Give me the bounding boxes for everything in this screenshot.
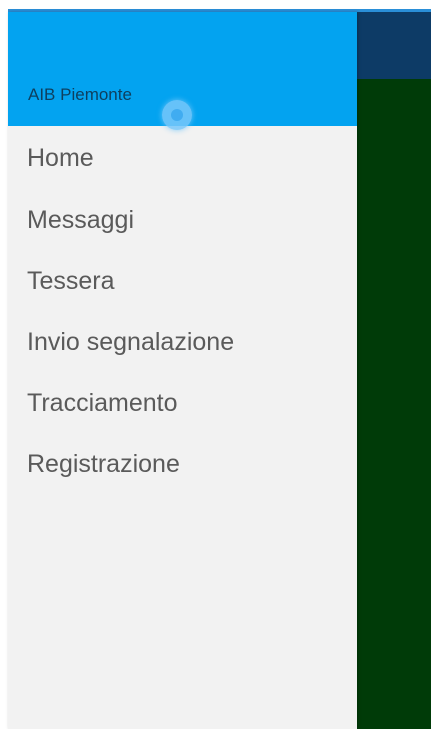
drawer-header-title: AIB Piemonte	[28, 85, 132, 104]
app-toolbar	[357, 12, 431, 79]
left-margin	[0, 0, 8, 729]
menu-item-tessera[interactable]: Tessera	[8, 251, 357, 312]
menu-item-tracciamento[interactable]: Tracciamento	[8, 373, 357, 434]
screen: AIB Piemonte Home Messaggi Tessera Invio…	[0, 0, 434, 729]
menu-item-invio-segnalazione[interactable]: Invio segnalazione	[8, 312, 357, 373]
drawer-menu: Home Messaggi Tessera Invio segnalazione…	[8, 126, 357, 495]
top-margin	[0, 0, 434, 9]
menu-item-home[interactable]: Home	[8, 126, 357, 190]
touch-indicator-core	[171, 109, 183, 121]
menu-item-messaggi[interactable]: Messaggi	[8, 190, 357, 251]
menu-item-registrazione[interactable]: Registrazione	[8, 434, 357, 495]
drawer-header: AIB Piemonte	[8, 12, 357, 130]
navigation-drawer: AIB Piemonte Home Messaggi Tessera Invio…	[8, 12, 357, 729]
app-content-scrim[interactable]	[357, 79, 431, 729]
